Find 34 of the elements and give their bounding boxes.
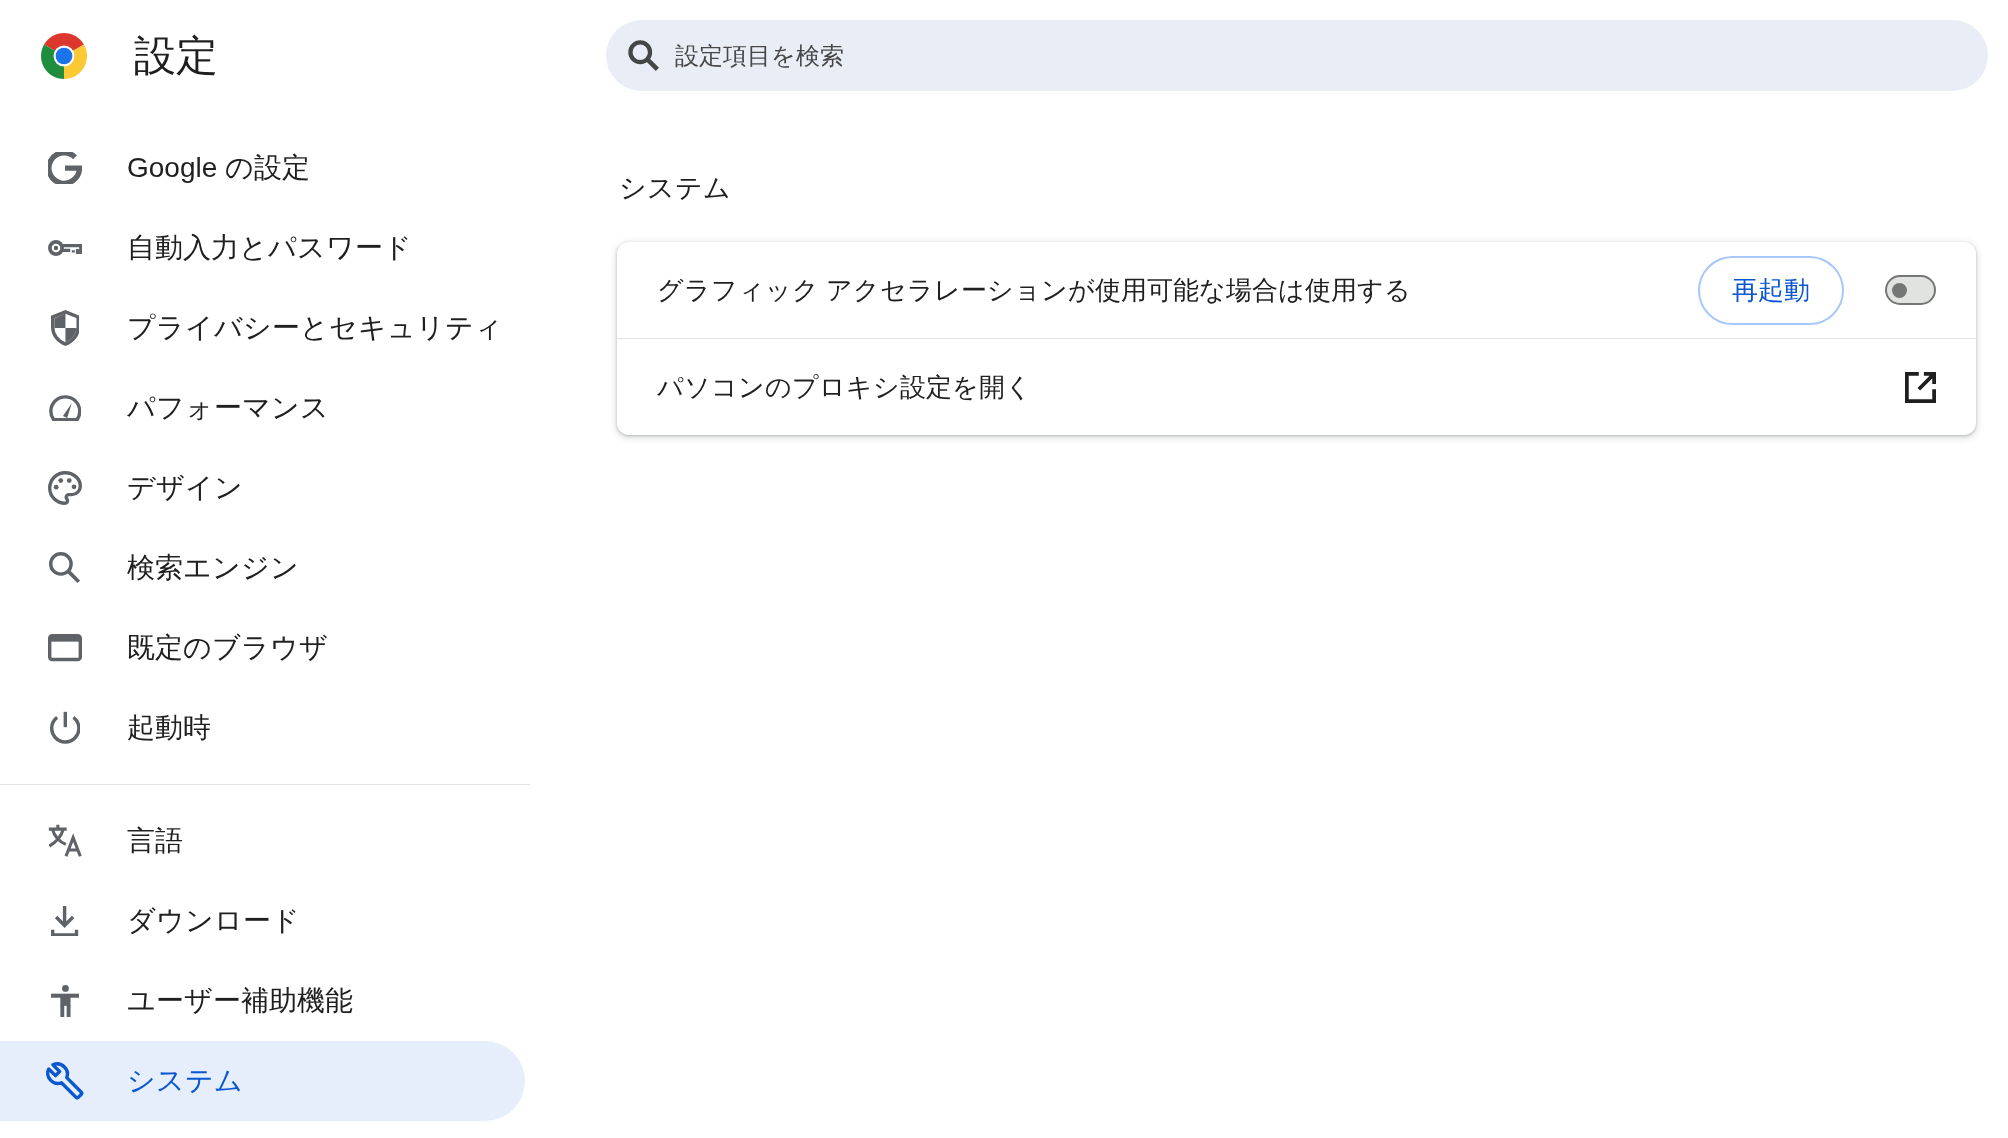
setting-label: グラフィック アクセラレーションが使用可能な場合は使用する	[657, 273, 1412, 307]
sidebar-item[interactable]: 自動入力とパスワード	[0, 208, 525, 288]
g-logo-icon	[48, 151, 82, 185]
translate-icon	[48, 824, 82, 858]
sidebar-item[interactable]: 起動時	[0, 688, 525, 768]
shield-icon	[50, 310, 80, 346]
wrench-icon	[46, 1062, 84, 1100]
accessibility-icon	[50, 984, 80, 1018]
power-icon	[49, 711, 81, 745]
download-icon	[51, 905, 79, 937]
app-logo-icon	[41, 33, 87, 79]
sidebar-item[interactable]: ユーザー補助機能	[0, 961, 525, 1041]
sidebar-item[interactable]: パフォーマンス	[0, 368, 525, 448]
sidebar-item[interactable]: ダウンロード	[0, 881, 525, 961]
sidebar-item[interactable]: デザイン	[0, 448, 525, 528]
key-icon	[47, 239, 83, 257]
external-link-icon[interactable]	[1905, 371, 1936, 403]
search-icon	[49, 552, 81, 584]
setting-label: パソコンのプロキシ設定を開く	[657, 370, 1032, 404]
search-field[interactable]: 設定項目を検索	[606, 20, 1988, 91]
section-title: システム	[619, 172, 731, 205]
search-icon	[628, 40, 659, 71]
sidebar-item[interactable]: システム	[0, 1041, 525, 1121]
sidebar-item[interactable]: 言語	[0, 801, 525, 881]
sidebar-item[interactable]: プライバシーとセキュリティ	[0, 288, 525, 368]
sidebar-item[interactable]: 検索エンジン	[0, 528, 525, 608]
browser-window-icon	[48, 634, 82, 662]
palette-icon	[48, 471, 82, 505]
toggle-switch[interactable]	[1885, 275, 1936, 305]
sidebar-item[interactable]: 既定のブラウザ	[0, 608, 525, 688]
sidebar-item[interactable]: Google の設定	[0, 128, 525, 208]
page-title: 設定	[134, 31, 218, 81]
restart-button[interactable]: 再起動	[1698, 255, 1844, 325]
gauge-icon	[48, 394, 82, 422]
